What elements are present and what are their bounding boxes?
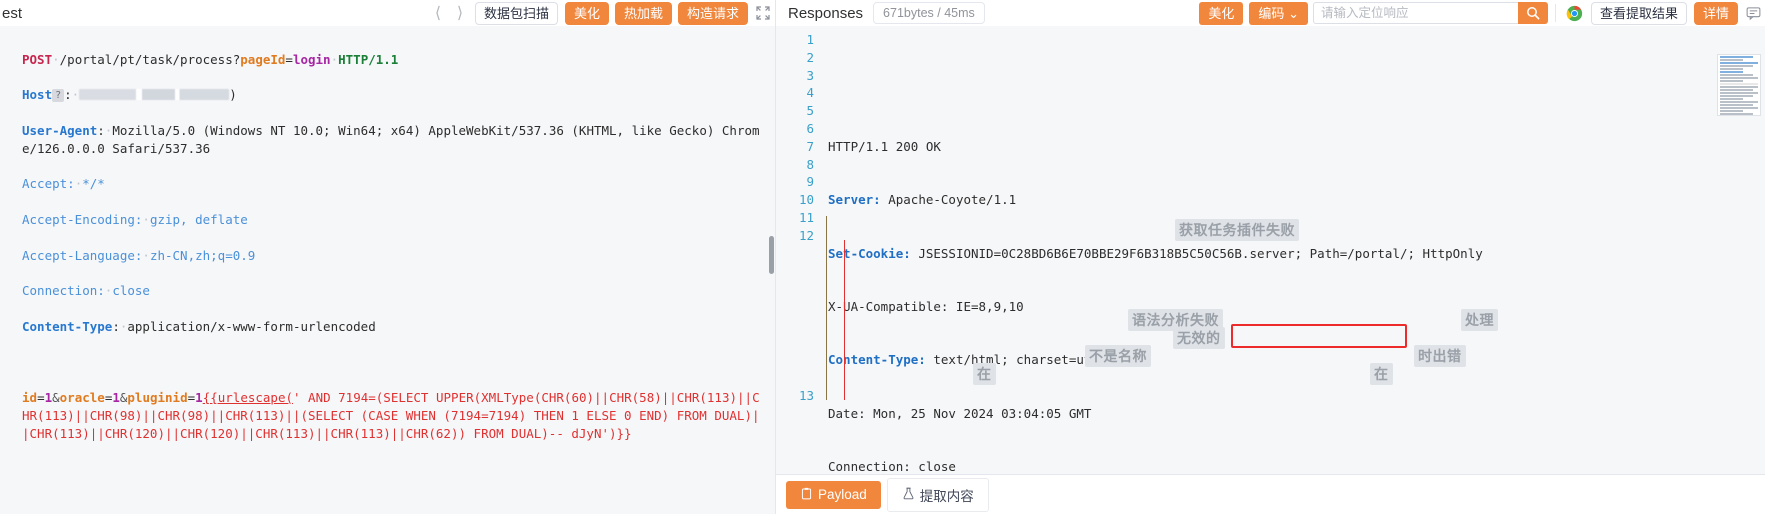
header-name: Host: [22, 87, 53, 103]
header-accept: Accept:·*/*: [22, 176, 105, 192]
header-name: Connection: [22, 283, 98, 299]
template-open: {{urlescape(: [202, 389, 293, 405]
request-scrollbar-thumb[interactable]: [769, 236, 774, 274]
header-value: gzip, deflate: [149, 211, 248, 227]
tab-payload-label: Payload: [818, 487, 867, 502]
header-name: Content-Type: [22, 318, 113, 334]
prev-request-icon[interactable]: ⟨: [427, 2, 449, 24]
response-header-content-type: Content-Type: text/html; charset=utf-8: [828, 352, 1114, 368]
request-raw-text: POST·/portal/pt/task/process?pageId=logi…: [0, 30, 775, 474]
request-pane-title: est: [2, 4, 23, 22]
next-request-icon[interactable]: ⟩: [449, 2, 471, 24]
beautify-response-button[interactable]: 美化: [1199, 1, 1244, 25]
search-icon[interactable]: [1517, 2, 1548, 24]
annotation-chip-6: 时出错: [1414, 345, 1466, 367]
response-meta: 671bytes / 45ms: [873, 2, 985, 24]
line-number: 11: [798, 209, 814, 225]
line-number: 4: [806, 85, 814, 101]
build-request-button[interactable]: 构造请求: [677, 1, 748, 25]
minimap-preview[interactable]: [1717, 54, 1761, 116]
line-number: 3: [806, 67, 814, 83]
request-pane-footer: [0, 474, 775, 514]
response-header-server: Server: Apache-Coyote/1.1: [828, 192, 1017, 208]
tab-extract-label: 提取内容: [919, 488, 974, 504]
flask-icon: [902, 487, 915, 503]
beautify-request-button[interactable]: 美化: [564, 1, 609, 25]
chrome-icon[interactable]: [1563, 2, 1587, 24]
line-number: 8: [806, 156, 814, 172]
request-query-value: login: [292, 51, 331, 67]
response-pane: Responses 671bytes / 45ms 美化 编码 ⌄ 请输入定位响…: [776, 0, 1765, 514]
header-name: Accept-Language: [22, 247, 135, 263]
header-value: zh-CN,zh;q=0.9: [149, 247, 256, 263]
chevron-down-icon: ⌄: [1288, 5, 1299, 21]
header-name: User-Agent: [22, 122, 98, 138]
header-name: Accept-Encoding: [22, 211, 135, 227]
response-header-x-ua-compatible: X-UA-Compatible: IE=8,9,10: [828, 298, 1024, 314]
response-toolbar: Responses 671bytes / 45ms 美化 编码 ⌄ 请输入定位响…: [776, 0, 1765, 26]
header-host: Host?:·): [22, 87, 237, 103]
response-pane-title: Responses: [788, 4, 864, 22]
header-content-type: Content-Type:·application/x-www-form-url…: [22, 318, 376, 334]
hot-reload-button[interactable]: 热加载: [614, 1, 672, 25]
annotation-chip-4: 无效的: [1173, 327, 1225, 349]
bottom-tabbar: Payload 提取内容: [776, 474, 1765, 514]
view-extract-result-button[interactable]: 查看提取结果: [1590, 1, 1687, 25]
encode-button[interactable]: 编码 ⌄: [1249, 1, 1308, 25]
request-path: /portal/pt/task/process?: [59, 51, 241, 67]
line-number: 1: [806, 32, 814, 47]
annotation-chip-1: 获取任务插件失败: [1175, 219, 1299, 241]
line-number: 12: [798, 227, 814, 243]
response-body-viewer[interactable]: 1 2 3 4 5 6 7 8 9 10 11 12 13 HTTP/1.1 2…: [776, 26, 1765, 474]
request-query-key: pageId: [240, 51, 286, 67]
annotation-chip-3: 处理: [1461, 309, 1498, 331]
status-line: HTTP/1.1 200 OK: [828, 138, 941, 154]
expand-icon[interactable]: [751, 2, 775, 24]
annotation-chip-5: 不是名称: [1085, 345, 1151, 367]
line-number: 6: [806, 120, 814, 136]
line-number: 13: [798, 387, 814, 403]
response-search: [1312, 2, 1548, 24]
search-input[interactable]: [1312, 2, 1518, 24]
line-number: 10: [798, 192, 814, 208]
host-hint-badge[interactable]: ?: [52, 89, 65, 103]
header-value: */*: [82, 176, 105, 192]
comment-icon[interactable]: [1741, 2, 1765, 24]
request-method: POST: [22, 51, 53, 67]
response-header-date: Date: Mon, 25 Nov 2024 03:04:05 GMT: [828, 405, 1092, 421]
request-pane: est ⟨ ⟩ 数据包扫描 美化 热加载 构造请求 POST·/portal/p…: [0, 0, 776, 514]
request-line: POST·/portal/pt/task/process?pageId=logi…: [22, 51, 399, 67]
request-body-payload: id=1&oracle=1&pluginid=1{{urlescape(' AN…: [22, 389, 760, 441]
redacted-host-value: [79, 89, 230, 101]
clipboard-icon: [800, 487, 813, 503]
line-number: 7: [806, 138, 814, 154]
template-close: )}}: [609, 425, 632, 441]
request-body-editor[interactable]: POST·/portal/pt/task/process?pageId=logi…: [0, 26, 775, 474]
details-button[interactable]: 详情: [1693, 1, 1738, 25]
packet-scan-button[interactable]: 数据包扫描: [474, 1, 558, 25]
response-header-set-cookie: Set-Cookie: JSESSIONID=0C28BD6B6E70BBE29…: [828, 245, 1483, 261]
line-number-gutter: 1 2 3 4 5 6 7 8 9 10 11 12 13: [776, 26, 822, 474]
tab-payload[interactable]: Payload: [786, 480, 881, 509]
annotation-chip-7: 在: [973, 363, 996, 385]
http-request-response-viewer: est ⟨ ⟩ 数据包扫描 美化 热加载 构造请求 POST·/portal/p…: [0, 0, 1765, 514]
request-toolbar: est ⟨ ⟩ 数据包扫描 美化 热加载 构造请求: [0, 0, 775, 26]
line-number: 5: [806, 103, 814, 119]
response-header-connection: Connection: close: [828, 459, 956, 474]
line-number: 2: [806, 49, 814, 65]
header-name: Accept: [22, 176, 68, 192]
header-user-agent: User-Agent:·Mozilla/5.0 (Windows NT 10.0…: [22, 122, 760, 156]
line-number: 9: [806, 174, 814, 190]
header-value: application/x-www-form-urlencoded: [127, 318, 376, 334]
header-value: close: [112, 283, 150, 299]
header-accept-encoding: Accept-Encoding:·gzip, deflate: [22, 211, 248, 227]
header-accept-language: Accept-Language:·zh-CN,zh;q=0.9: [22, 247, 256, 263]
encode-label: 编码: [1258, 5, 1285, 21]
request-protocol: HTTP/1.1: [338, 51, 399, 67]
response-raw-text: HTTP/1.1 200 OK Server: Apache-Coyote/1.…: [822, 26, 1765, 474]
header-value: Mozilla/5.0 (Windows NT 10.0; Win64; x64…: [22, 122, 760, 156]
annotation-chip-8: 在: [1370, 363, 1393, 385]
header-connection: Connection:·close: [22, 283, 150, 299]
tab-extract-content[interactable]: 提取内容: [886, 477, 989, 512]
